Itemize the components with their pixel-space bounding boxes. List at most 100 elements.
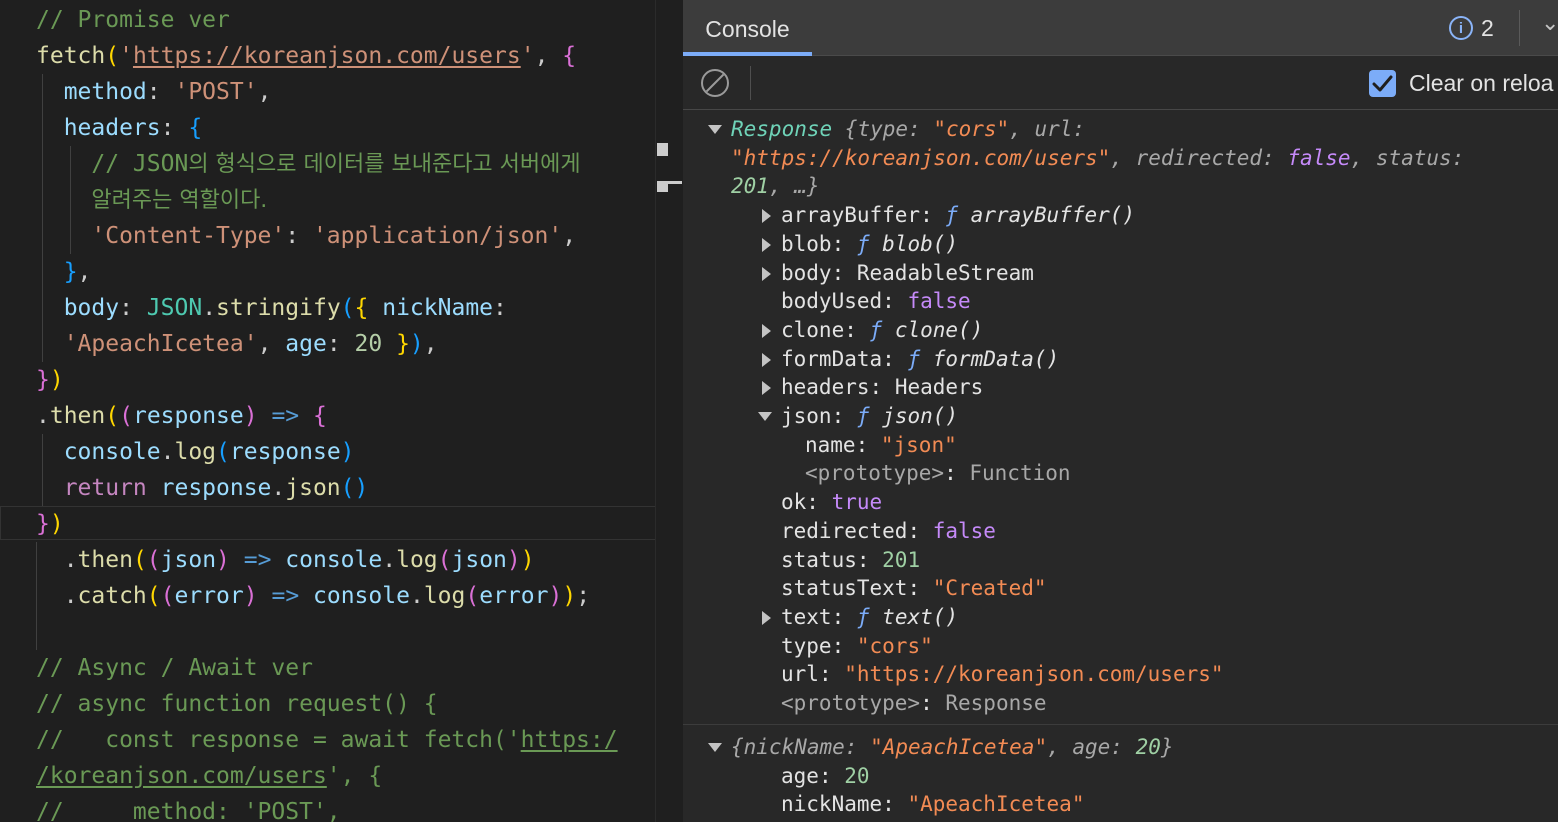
clear-on-reload-checkbox[interactable] [1369, 70, 1396, 97]
code-line[interactable]: // async function request() { [36, 686, 438, 722]
console-entry-line[interactable]: text: ƒ text() [781, 603, 958, 632]
console-token: : [907, 576, 933, 601]
console-entry-line[interactable]: clone: ƒ clone() [781, 316, 983, 345]
console-entry-line[interactable]: nickName: "ApeachIcetea" [781, 790, 1084, 819]
console-token: bodyUsed [781, 289, 883, 314]
clear-console-icon[interactable] [701, 69, 729, 97]
code-token: , [257, 79, 272, 105]
expand-triangle-icon[interactable] [762, 237, 771, 252]
code-token: body [36, 295, 120, 321]
console-entry-line[interactable]: name: "json" [805, 431, 957, 460]
expand-triangle-icon[interactable] [762, 352, 771, 367]
collapse-triangle-icon[interactable] [758, 412, 772, 421]
chevron-down-icon[interactable]: ⌄ [1541, 10, 1558, 36]
code-token: // method: 'POST', [36, 799, 341, 822]
tab-console[interactable]: Console [683, 0, 812, 56]
code-token: https://koreanjson.com/users [132, 43, 521, 69]
console-token: {type: [844, 117, 934, 141]
console-token: blob [781, 231, 832, 256]
issue-count[interactable]: 2 [1481, 14, 1494, 42]
code-line[interactable]: fetch('https://koreanjson.com/users', { [36, 38, 576, 74]
console-entry-line[interactable]: age: 20 [781, 762, 870, 791]
console-entry-line[interactable]: Response {type: "cors", url: [731, 115, 1085, 144]
console-entry-line[interactable]: body: ReadableStream [781, 259, 1034, 288]
code-token: response [229, 439, 341, 465]
console-token: <prototype> [805, 461, 945, 486]
minimap-marker [657, 181, 668, 192]
code-line[interactable]: 'ApeachIcetea', age: 20 }), [36, 326, 438, 362]
console-entry-line[interactable]: bodyUsed: false [781, 287, 971, 316]
console-entry-line[interactable]: {nickName: "ApeachIcetea", age: 20} [731, 733, 1174, 762]
code-token: ' [119, 43, 133, 69]
console-entry-line[interactable]: arrayBuffer: ƒ arrayBuffer() [781, 201, 1135, 230]
console-entry-line[interactable]: blob: ƒ blob() [781, 230, 958, 259]
console-entry-line[interactable]: headers: Headers [781, 373, 983, 402]
code-token: => [257, 583, 314, 609]
message-separator [683, 724, 1558, 725]
code-line[interactable]: /koreanjson.com/users', { [36, 758, 382, 794]
code-line[interactable]: .catch((error) => console.log(error)); [36, 578, 590, 614]
code-token: . [382, 547, 397, 573]
console-entry-line[interactable]: 201, …} [731, 172, 820, 201]
code-token: 'ApeachIcetea' [36, 331, 258, 357]
code-line[interactable]: headers: { [36, 110, 203, 146]
code-token: ) [562, 583, 577, 609]
console-token: false [1287, 145, 1351, 170]
code-line[interactable]: body: JSON.stringify({ nickName: [36, 290, 507, 326]
code-line[interactable]: }) [36, 362, 64, 398]
code-line[interactable]: .then((json) => console.log(json)) [36, 542, 535, 578]
expand-triangle-icon[interactable] [762, 610, 771, 625]
console-entry-line[interactable]: type: "cors" [781, 632, 933, 661]
code-token: method [36, 79, 147, 105]
console-token: arrayBuffer() [970, 203, 1136, 228]
console-token: : [882, 346, 908, 371]
console-entry-line[interactable]: status: 201 [781, 546, 920, 575]
code-line[interactable]: // method: 'POST', [36, 794, 341, 822]
code-editor[interactable]: // Promise ver fetch('https://koreanjson.… [0, 0, 655, 822]
code-line[interactable]: // Promise ver [36, 2, 230, 38]
code-token: ) [216, 547, 230, 573]
expand-triangle-icon[interactable] [762, 323, 771, 338]
code-line[interactable]: return response.json() [36, 470, 369, 506]
console-token: } [1160, 735, 1174, 759]
code-line[interactable]: 'Content-Type': 'application/json', [36, 218, 576, 254]
console-entry-line[interactable]: <prototype>: Function [805, 459, 1071, 488]
info-icon[interactable]: i [1449, 16, 1473, 40]
console-entry-line[interactable]: json: ƒ json() [781, 402, 958, 431]
console-token: : [831, 231, 857, 256]
code-token: ) [49, 367, 64, 393]
console-entry-line[interactable]: statusText: "Created" [781, 574, 1047, 603]
collapse-triangle-icon[interactable] [708, 125, 722, 134]
clear-on-reload-label[interactable]: Clear on reloa [1409, 69, 1553, 97]
console-token: 20 [844, 763, 870, 788]
code-line[interactable]: }, [36, 254, 92, 290]
console-token: ƒ [856, 231, 883, 256]
code-token: stringify [216, 295, 341, 321]
console-entry-line[interactable]: ok: true [781, 488, 882, 517]
expand-triangle-icon[interactable] [762, 381, 771, 396]
code-line[interactable]: .then((response) => { [36, 398, 327, 434]
code-token: ( [340, 295, 355, 321]
code-token: 'POST' [174, 79, 258, 105]
expand-triangle-icon[interactable] [762, 266, 771, 281]
console-entry-line[interactable]: formData: ƒ formData() [781, 345, 1059, 374]
editor-minimap-scrollbar[interactable] [655, 0, 684, 822]
code-token: , [423, 331, 438, 357]
console-token: : [882, 792, 908, 817]
console-entry-line[interactable]: "https://koreanjson.com/users", redirect… [731, 144, 1464, 173]
code-line[interactable]: // Async / Await ver [36, 650, 313, 686]
console-entry-line[interactable]: url: "https://koreanjson.com/users" [781, 660, 1224, 689]
code-line[interactable]: method: 'POST', [36, 74, 272, 110]
expand-triangle-icon[interactable] [762, 209, 771, 224]
code-line[interactable]: console.log(response) [36, 434, 355, 470]
code-line[interactable]: // const response = await fetch('https:/ [36, 722, 618, 758]
console-entry-line[interactable]: <prototype>: Response [781, 689, 1047, 718]
code-line[interactable]: }) [36, 506, 64, 542]
code-line[interactable]: // JSON의 형식으로 데이터를 보내준다고 서버에게 [36, 146, 580, 182]
console-entry-line[interactable]: redirected: false [781, 517, 996, 546]
code-token: fetch [36, 43, 106, 69]
collapse-triangle-icon[interactable] [708, 743, 722, 752]
console-token: "ApeachIcetea" [907, 792, 1085, 817]
console-token: : [831, 404, 857, 428]
